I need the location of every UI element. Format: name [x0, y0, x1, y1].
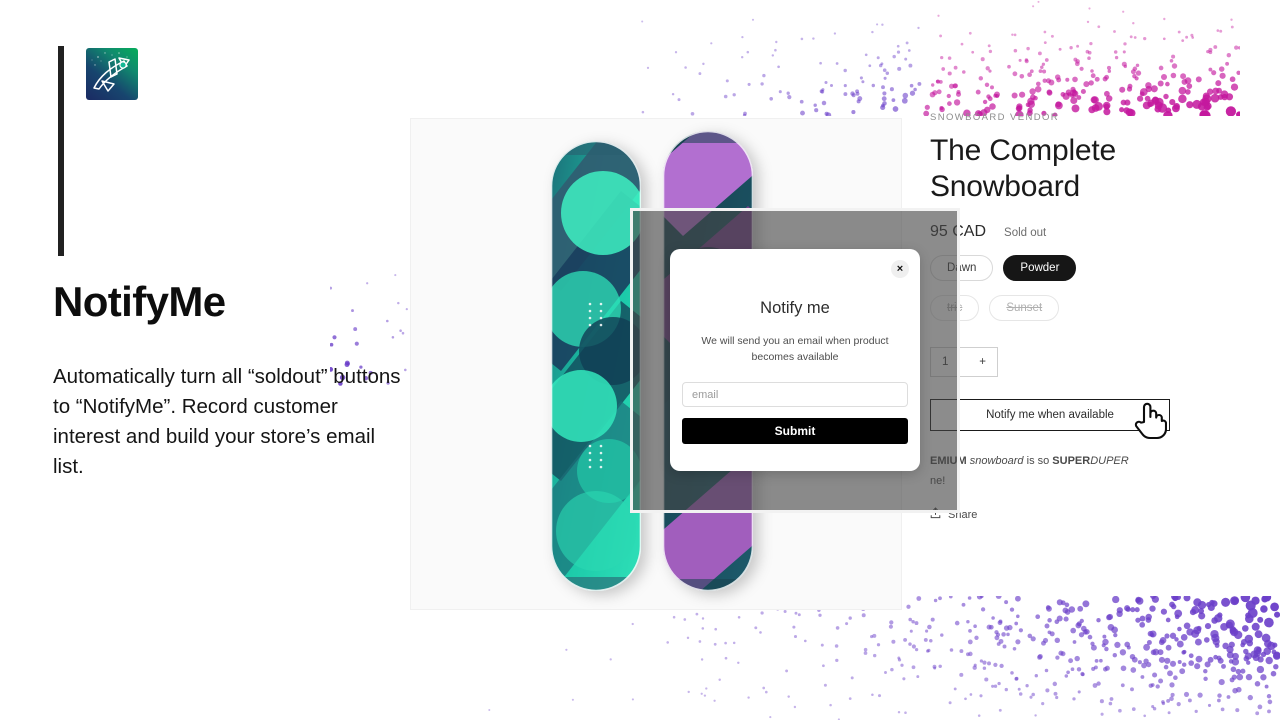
notify-button-label: Notify me when available: [986, 409, 1114, 421]
accent-bar: [58, 46, 64, 256]
description-part-b: snowboard: [969, 455, 1024, 467]
variant-row-2: tric Sunset: [930, 295, 1200, 321]
snowboard-image-teal[interactable]: [551, 141, 641, 591]
email-field[interactable]: email: [682, 382, 908, 407]
modal-subtitle: We will send you an email when product b…: [701, 335, 889, 363]
decorative-dots-top: [600, 0, 1240, 116]
submit-label: Submit: [774, 424, 816, 438]
hero-description: Automatically turn all “soldout” buttons…: [53, 365, 401, 478]
page-root: NotifyMe Automatically turn all “soldout…: [0, 0, 1280, 720]
quantity-increment-button[interactable]: +: [979, 356, 986, 368]
variant-option-sunset[interactable]: Sunset: [989, 295, 1060, 321]
close-icon[interactable]: ×: [891, 260, 909, 278]
share-link[interactable]: Share: [930, 507, 1200, 522]
notify-me-when-available-button[interactable]: Notify me when available: [930, 399, 1170, 431]
product-vendor: SNOWBOARD VENDOR: [930, 112, 1060, 123]
email-placeholder: email: [692, 388, 719, 401]
page-title: NotifyMe: [53, 278, 226, 325]
notify-me-modal: × Notify me We will send you an email wh…: [670, 249, 920, 471]
decorative-dots-bottom: [380, 596, 1280, 720]
description-part-d: SUPER: [1052, 455, 1091, 467]
price-row: 95 CAD Sold out: [930, 223, 1200, 241]
status-badge: Sold out: [1004, 227, 1047, 239]
product-description: EMIUM snowboard is so SUPERDUPERne!: [930, 451, 1180, 491]
description-part-e: DUPER: [1090, 455, 1129, 467]
hero-panel: NotifyMe Automatically turn all “soldout…: [0, 0, 401, 720]
product-title: The Complete Snowboard: [930, 134, 1117, 203]
variant-row-1: Dawn Powder: [930, 255, 1200, 281]
rocket-logo-icon: [86, 48, 138, 100]
product-details: SNOWBOARD VENDOR The Complete Snowboard …: [930, 112, 1200, 522]
modal-title: Notify me: [760, 299, 830, 317]
submit-button[interactable]: Submit: [682, 418, 908, 444]
variant-option-powder[interactable]: Powder: [1003, 255, 1077, 281]
description-part-c: is so: [1023, 455, 1053, 467]
